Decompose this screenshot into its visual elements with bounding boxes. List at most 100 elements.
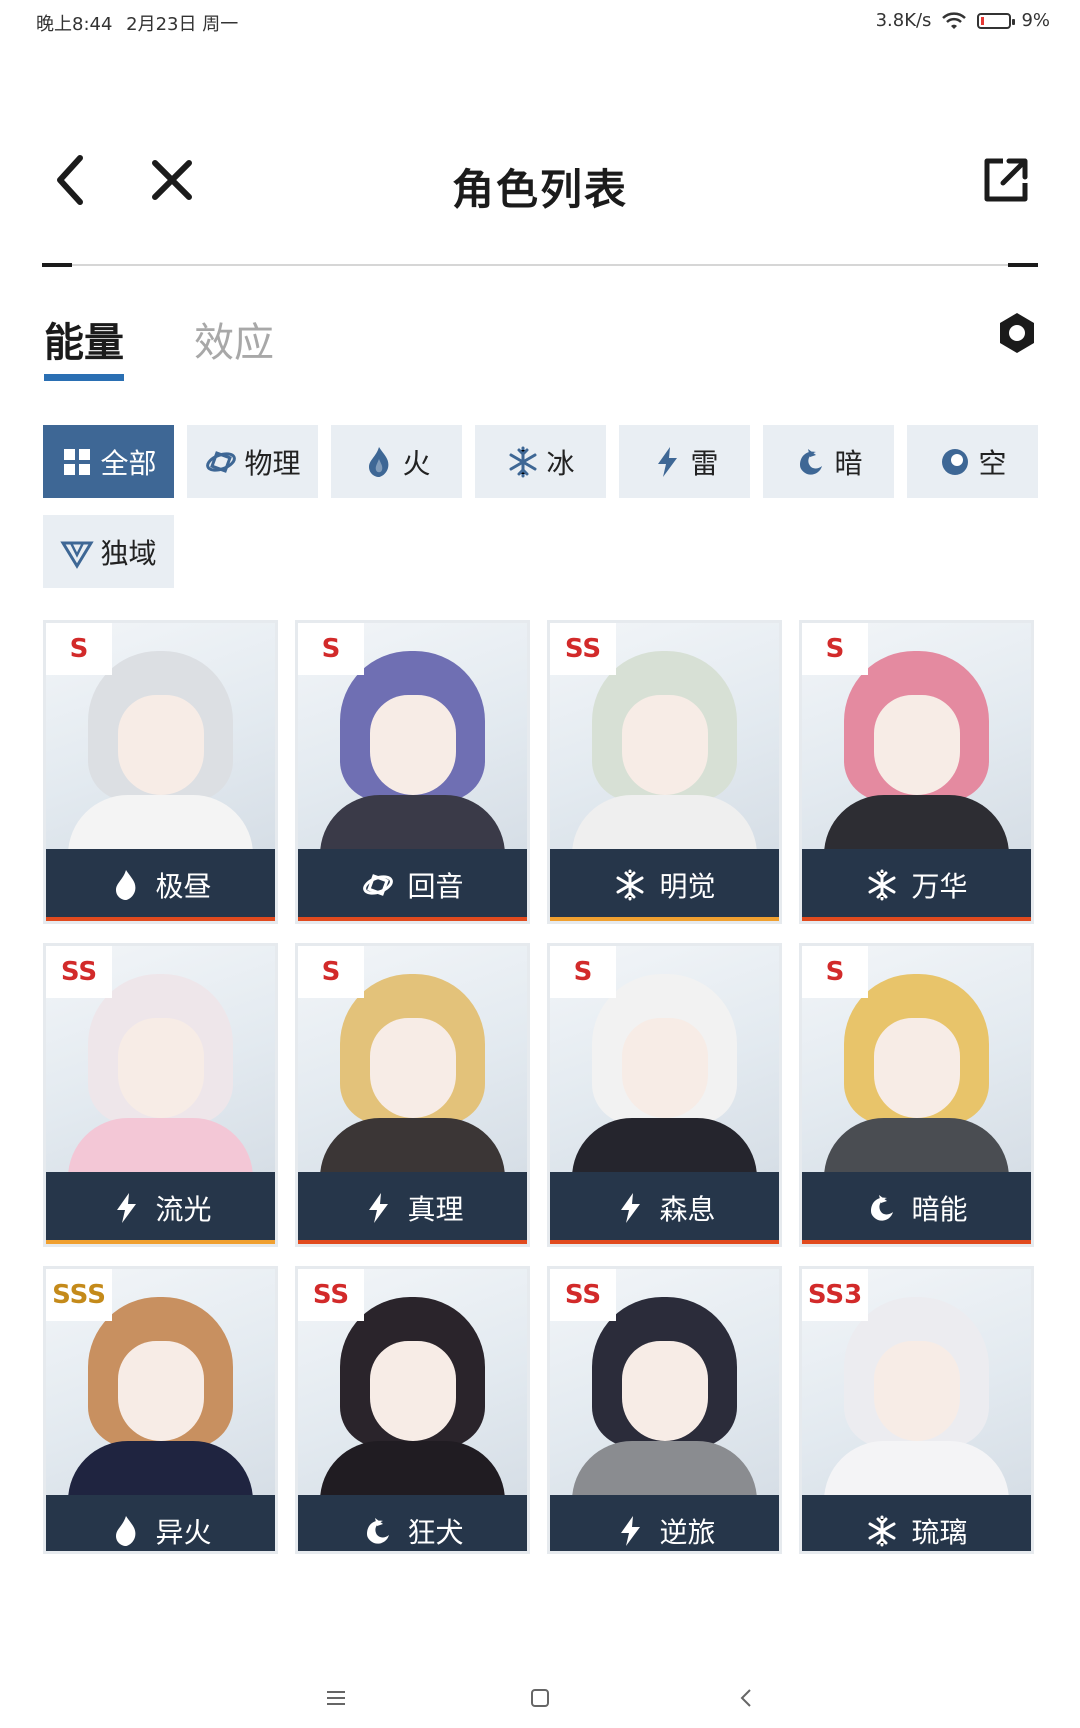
rank-badge: SS xyxy=(298,1269,364,1321)
tab-energy[interactable]: 能量 xyxy=(44,310,124,368)
rank-badge: SS xyxy=(550,1269,616,1321)
fire-icon xyxy=(362,445,396,479)
character-card[interactable]: SS 流光 xyxy=(43,943,278,1247)
character-name: 万华 xyxy=(911,870,968,903)
character-card[interactable]: SSS 异火 xyxy=(43,1266,278,1554)
character-namebar: 暗能 xyxy=(802,1172,1031,1244)
home-button[interactable] xyxy=(520,1678,560,1718)
character-card[interactable]: S 回音 xyxy=(295,620,530,924)
physical-icon xyxy=(204,445,238,479)
ice-icon xyxy=(506,445,540,479)
status-time: 晚上8:44 xyxy=(36,14,113,35)
header-divider xyxy=(42,263,1038,267)
menu-icon xyxy=(327,1691,345,1705)
dark-icon xyxy=(361,1514,395,1548)
rank-badge: S xyxy=(550,946,616,998)
system-nav-bar xyxy=(0,1672,1080,1722)
character-card[interactable]: SS3 琉璃 xyxy=(799,1266,1034,1554)
fire-icon xyxy=(109,1514,143,1548)
page-title: 角色列表 xyxy=(451,165,628,214)
ice-icon xyxy=(865,868,899,902)
character-name: 暗能 xyxy=(911,1193,968,1226)
character-name: 逆旅 xyxy=(659,1516,716,1549)
character-name: 回音 xyxy=(407,870,464,903)
dark-icon xyxy=(794,445,828,479)
character-card[interactable]: SS 逆旅 xyxy=(547,1266,782,1554)
status-bar: 晚上8:44 2月23日 周一 3.8K/s 9% xyxy=(0,0,1080,44)
rank-badge: SS xyxy=(550,623,616,675)
battery-percent: 9% xyxy=(1021,10,1050,31)
filter-label: 物理 xyxy=(244,446,301,480)
status-date: 2月23日 周一 xyxy=(126,14,239,35)
filter-fire[interactable]: 火 xyxy=(331,425,462,498)
character-card[interactable]: S 森息 xyxy=(547,943,782,1247)
character-name: 琉璃 xyxy=(911,1516,968,1549)
character-namebar: 森息 xyxy=(550,1172,779,1244)
lightning-icon xyxy=(361,1191,395,1225)
filter-dark[interactable]: 暗 xyxy=(763,425,894,498)
rank-badge: S xyxy=(802,946,868,998)
character-name: 极昼 xyxy=(155,870,212,903)
rank-badge: SS xyxy=(46,946,112,998)
tab-effect[interactable]: 效应 xyxy=(194,310,274,368)
fire-icon xyxy=(109,868,143,902)
character-namebar: 真理 xyxy=(298,1172,527,1244)
home-square-icon xyxy=(531,1689,549,1707)
lightning-icon xyxy=(650,445,684,479)
character-namebar: 回音 xyxy=(298,849,527,921)
character-name: 异火 xyxy=(155,1516,212,1549)
status-time-date: 晚上8:44 2月23日 周一 xyxy=(36,10,238,36)
filter-void[interactable]: 空 xyxy=(907,425,1038,498)
character-card[interactable]: S 暗能 xyxy=(799,943,1034,1247)
character-card[interactable]: SS 狂犬 xyxy=(295,1266,530,1554)
character-card[interactable]: S 万华 xyxy=(799,620,1034,924)
filter-physical[interactable]: 物理 xyxy=(187,425,318,498)
character-name: 狂犬 xyxy=(407,1516,464,1549)
system-back-button[interactable] xyxy=(726,1678,766,1718)
rank-badge: S xyxy=(46,623,112,675)
character-name: 森息 xyxy=(659,1193,716,1226)
filter-domain[interactable]: 独域 xyxy=(43,515,174,588)
rank-badge: SSS xyxy=(46,1269,112,1321)
ice-icon xyxy=(865,1514,899,1548)
character-namebar: 琉璃 xyxy=(802,1495,1031,1551)
character-namebar: 明觉 xyxy=(550,849,779,921)
character-namebar: 极昼 xyxy=(46,849,275,921)
rank-badge: S xyxy=(298,623,364,675)
character-namebar: 异火 xyxy=(46,1495,275,1551)
network-speed: 3.8K/s xyxy=(875,10,932,31)
character-namebar: 万华 xyxy=(802,849,1031,921)
battery-icon xyxy=(977,12,1016,29)
character-namebar: 逆旅 xyxy=(550,1495,779,1551)
character-name: 明觉 xyxy=(659,870,716,903)
character-namebar: 狂犬 xyxy=(298,1495,527,1551)
grid-icon xyxy=(60,445,94,479)
character-name: 真理 xyxy=(407,1193,464,1226)
filter-label: 独域 xyxy=(100,536,157,570)
character-namebar: 流光 xyxy=(46,1172,275,1244)
filter-label: 火 xyxy=(402,446,431,480)
filter-lightning[interactable]: 雷 xyxy=(619,425,750,498)
domain-icon xyxy=(60,535,94,569)
rank-badge: S xyxy=(802,623,868,675)
dark-icon xyxy=(865,1191,899,1225)
menu-button[interactable] xyxy=(316,1678,356,1718)
tab-bar: 能量 效应 xyxy=(0,300,1080,390)
settings-icon[interactable] xyxy=(994,310,1040,356)
void-icon xyxy=(938,445,972,479)
physical-icon xyxy=(361,868,395,902)
character-card[interactable]: S 极昼 xyxy=(43,620,278,924)
filter-all[interactable]: 全部 xyxy=(43,425,174,498)
wifi-icon xyxy=(942,11,967,29)
character-name: 流光 xyxy=(155,1193,212,1226)
share-button[interactable] xyxy=(976,150,1036,210)
filter-label: 雷 xyxy=(690,446,719,480)
lightning-icon xyxy=(613,1191,647,1225)
lightning-icon xyxy=(613,1514,647,1548)
filter-label: 全部 xyxy=(100,446,157,480)
tab-active-indicator xyxy=(44,374,124,381)
filter-ice[interactable]: 冰 xyxy=(475,425,606,498)
character-card[interactable]: S 真理 xyxy=(295,943,530,1247)
character-card[interactable]: SS 明觉 xyxy=(547,620,782,924)
header: 角色列表 xyxy=(0,130,1080,240)
